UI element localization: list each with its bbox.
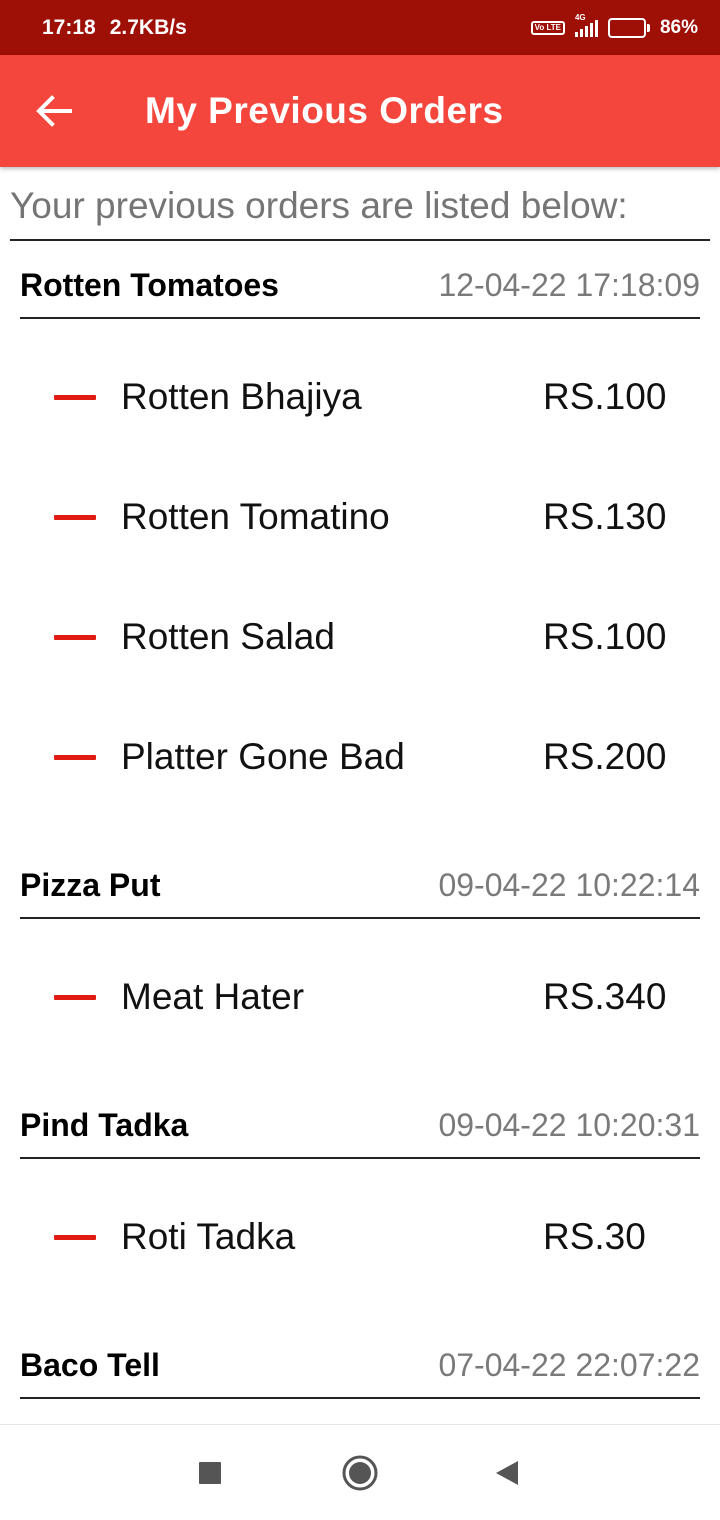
item-price: RS.100 (543, 376, 667, 417)
order-header: Baco Tell 07-04-22 22:07:22 (20, 1321, 700, 1399)
order-item: Rotten Salad RS.100 (0, 577, 720, 697)
volte-icon: Vo LTE (530, 20, 565, 35)
dash-bullet-icon (54, 514, 96, 520)
order-item: Meat Hater RS.340 (0, 937, 720, 1057)
signal-icon: 4G (574, 13, 598, 37)
order-items: Rotten Bhajiya RS.100 Rotten Tomatino RS.13… (0, 319, 720, 841)
dash-bullet-icon (54, 394, 96, 400)
battery-icon (607, 17, 650, 38)
dash-bullet-icon (54, 634, 96, 640)
restaurant-name: Baco Tell (20, 1346, 160, 1383)
item-price: RS.30 (543, 1216, 646, 1257)
intro-text: Your previous orders are listed below: (10, 185, 710, 241)
triangle-back-icon (496, 1461, 518, 1485)
order-timestamp: 12-04-22 17:18:09 (438, 266, 700, 303)
order-timestamp: 09-04-22 10:22:14 (438, 866, 700, 903)
order-item: Rotten Bhajiya RS.100 (0, 337, 720, 457)
orders-content[interactable]: Your previous orders are listed below: R… (0, 167, 720, 1399)
restaurant-name: Rotten Tomatoes (20, 266, 279, 303)
order-timestamp: 09-04-22 10:20:31 (438, 1106, 700, 1143)
item-name: Roti Tadka (121, 1216, 296, 1257)
item-name: Meat Hater (121, 976, 305, 1017)
order-header: Pizza Put 09-04-22 10:22:14 (20, 841, 700, 919)
item-price: RS.100 (543, 616, 667, 657)
square-icon (199, 1462, 221, 1484)
item-name: Rotten Bhajiya (121, 376, 362, 417)
order-header: Rotten Tomatoes 12-04-22 17:18:09 (20, 241, 700, 319)
dash-bullet-icon (54, 1234, 96, 1240)
home-button[interactable] (320, 1425, 400, 1520)
item-price: RS.340 (543, 976, 667, 1017)
nav-back-button[interactable] (467, 1425, 547, 1520)
status-bar: 17:18 2.7KB/s Vo LTE 4G 86% (0, 0, 720, 55)
order-item: Roti Tadka RS.30 (0, 1177, 720, 1297)
item-name: Rotten Salad (121, 616, 335, 657)
circle-home-icon (342, 1455, 378, 1491)
item-name: Platter Gone Bad (121, 736, 405, 777)
page-title: My Previous Orders (145, 90, 504, 131)
system-nav-bar (0, 1424, 720, 1520)
order-header: Pind Tadka 09-04-22 10:20:31 (20, 1081, 700, 1159)
orders-list: Rotten Tomatoes 12-04-22 17:18:09 Rotten B… (0, 241, 720, 1399)
restaurant-name: Pizza Put (20, 866, 161, 903)
order-items: Meat Hater RS.340 (0, 919, 720, 1081)
item-price: RS.130 (543, 496, 667, 537)
recents-button[interactable] (170, 1425, 250, 1520)
dash-bullet-icon (54, 994, 96, 1000)
dash-bullet-icon (54, 754, 96, 760)
restaurant-name: Pind Tadka (20, 1106, 189, 1143)
order-item: Rotten Tomatino RS.130 (0, 457, 720, 577)
battery-percent: 86% (659, 16, 698, 38)
app-bar: My Previous Orders (0, 55, 720, 167)
back-button[interactable] (0, 55, 110, 167)
order-items: Roti Tadka RS.30 (0, 1159, 720, 1321)
status-time: 17:18 (42, 15, 96, 39)
order-timestamp: 07-04-22 22:07:22 (438, 1346, 700, 1383)
item-price: RS.200 (543, 736, 667, 777)
order-item: Platter Gone Bad RS.200 (0, 697, 720, 817)
arrow-back-icon (36, 95, 72, 127)
status-speed: 2.7KB/s (109, 15, 187, 39)
network-type-label: 4G (574, 12, 586, 22)
item-name: Rotten Tomatino (121, 496, 390, 537)
